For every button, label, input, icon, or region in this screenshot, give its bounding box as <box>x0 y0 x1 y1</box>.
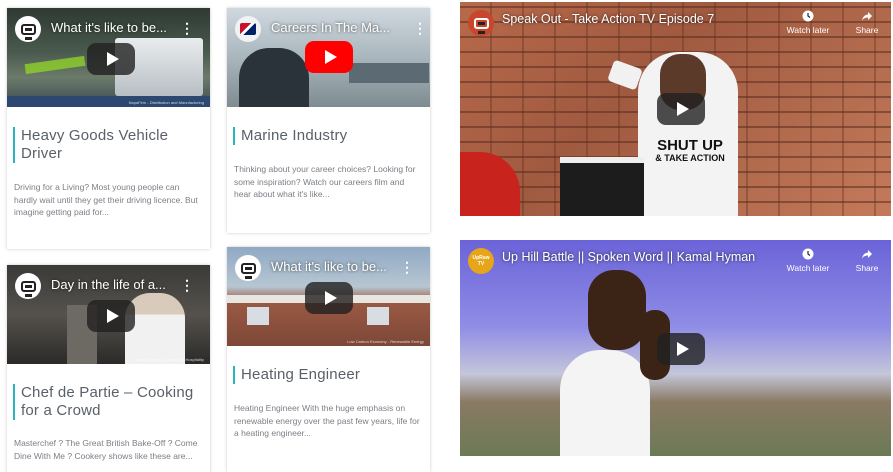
channel-logo-icon <box>235 16 261 42</box>
career-card-chef: Day in the life of a... ⋮ Visitor Econom… <box>7 265 210 472</box>
card-description: Heating Engineer With the huge emphasis … <box>234 403 420 438</box>
card-title[interactable]: Heavy Goods Vehicle Driver <box>13 127 202 163</box>
play-button[interactable] <box>305 41 353 73</box>
share-icon <box>862 250 872 259</box>
video-title[interactable]: Speak Out - Take Action TV Episode 7 <box>502 12 714 26</box>
card-description: Masterchef ? The Great British Bake-Off … <box>14 438 198 461</box>
play-button[interactable] <box>87 43 135 75</box>
card-description: Thinking about your career choices? Look… <box>234 164 416 199</box>
video-thumbnail-marine[interactable]: Careers In The Ma... ⋮ <box>227 8 430 107</box>
more-options-icon[interactable]: ⋮ <box>400 259 414 276</box>
watch-later-button[interactable]: Watch later <box>782 10 834 35</box>
card-title[interactable]: Heating Engineer <box>233 366 422 384</box>
share-button[interactable]: Share <box>842 248 891 273</box>
more-options-icon[interactable]: ⋮ <box>413 20 427 37</box>
card-title[interactable]: Marine Industry <box>233 127 422 145</box>
play-button[interactable] <box>657 93 705 125</box>
video-title[interactable]: What it's like to be... <box>271 259 387 274</box>
share-icon <box>862 12 872 21</box>
watch-later-button[interactable]: Watch later <box>782 248 834 273</box>
shirt-slogan: SHUT UP & TAKE ACTION <box>655 137 725 163</box>
more-options-icon[interactable]: ⋮ <box>180 277 194 294</box>
channel-logo-icon: UpRaw TV <box>468 248 494 274</box>
play-button[interactable] <box>657 333 705 365</box>
watch-later-label: Watch later <box>786 25 830 35</box>
video-embed-speak-out[interactable]: SHUT UP & TAKE ACTION Speak Out - Take A… <box>460 2 891 216</box>
share-label: Share <box>855 263 879 273</box>
play-button[interactable] <box>87 300 135 332</box>
watch-later-label: Watch later <box>786 263 830 273</box>
video-thumbnail-heating[interactable]: What it's like to be... ⋮ Low Carbon Eco… <box>227 247 430 346</box>
channel-logo-icon <box>15 273 41 299</box>
career-card-marine: Careers In The Ma... ⋮ Marine Industry T… <box>227 8 430 233</box>
video-caption: Low Carbon Economy - Renewable Energy <box>347 339 424 344</box>
share-button[interactable]: Share <box>842 10 891 35</box>
clock-icon <box>802 248 814 260</box>
channel-logo-icon <box>15 16 41 42</box>
video-thumbnail-hgv[interactable]: What it's like to be... ⋮ NapaFirm - Dis… <box>7 8 210 107</box>
video-thumbnail-chef[interactable]: Day in the life of a... ⋮ Visitor Econom… <box>7 265 210 364</box>
video-title[interactable]: Day in the life of a... <box>51 277 166 292</box>
career-card-heating-engineer: What it's like to be... ⋮ Low Carbon Eco… <box>227 247 430 472</box>
video-title[interactable]: What it's like to be... <box>51 20 167 35</box>
clock-icon <box>802 10 814 22</box>
video-title[interactable]: Up Hill Battle || Spoken Word || Kamal H… <box>502 250 755 264</box>
channel-logo-icon <box>468 10 494 36</box>
more-options-icon[interactable]: ⋮ <box>180 20 194 37</box>
card-title[interactable]: Chef de Partie – Cooking for a Crowd <box>13 384 202 420</box>
career-card-hgv-driver: What it's like to be... ⋮ NapaFirm - Dis… <box>7 8 210 249</box>
share-label: Share <box>855 25 879 35</box>
video-embed-up-hill-battle[interactable]: UpRaw TV Up Hill Battle || Spoken Word |… <box>460 240 891 456</box>
video-caption: Visitor Economy - Catering & Hospitality <box>133 357 204 362</box>
card-description: Driving for a Living? Most young people … <box>14 182 198 217</box>
channel-logo-icon <box>235 255 261 281</box>
video-caption: NapaFirm - Distribution and Manufacturin… <box>128 100 204 105</box>
play-button[interactable] <box>305 282 353 314</box>
video-title[interactable]: Careers In The Ma... <box>271 20 390 35</box>
